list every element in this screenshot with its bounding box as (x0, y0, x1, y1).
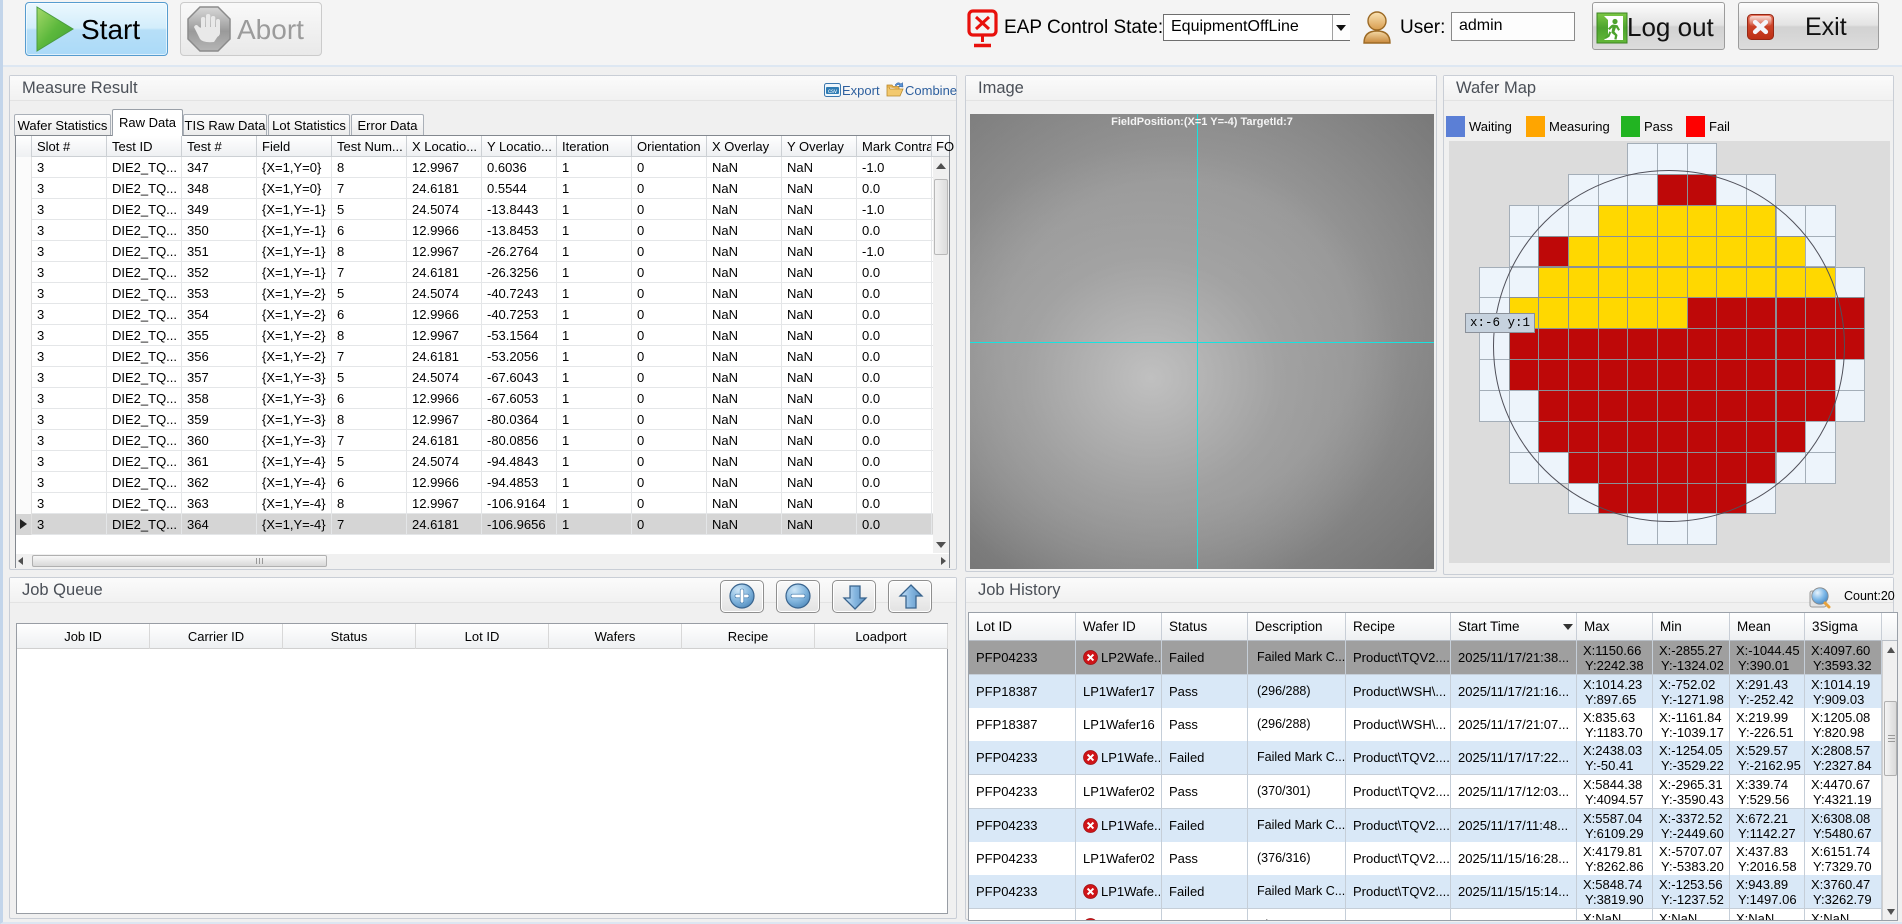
svg-text:csv: csv (828, 89, 837, 95)
